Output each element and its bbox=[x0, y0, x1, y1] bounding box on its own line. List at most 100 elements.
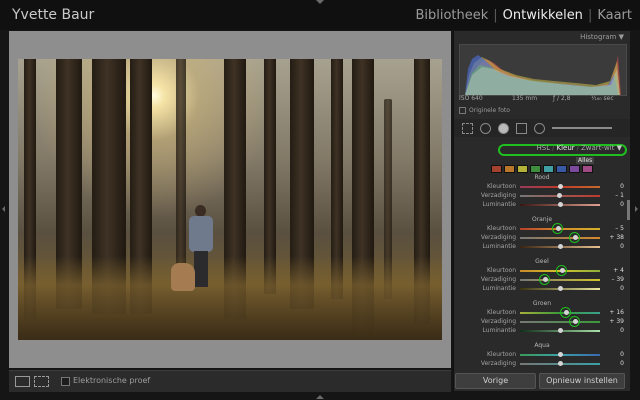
color-swatch[interactable] bbox=[556, 165, 567, 173]
left-panel-toggle-icon[interactable] bbox=[2, 206, 5, 212]
slider-track[interactable] bbox=[520, 274, 600, 285]
slider-label: Luminantie bbox=[482, 327, 516, 334]
soft-proof-label: Elektronische proef bbox=[73, 376, 151, 385]
slider-thumb[interactable] bbox=[558, 202, 563, 207]
original-photo-checkbox[interactable] bbox=[459, 107, 466, 114]
slider-thumb[interactable] bbox=[558, 361, 563, 366]
slider-value[interactable]: – 5 bbox=[604, 225, 624, 232]
slider-value[interactable]: 0 bbox=[604, 183, 624, 190]
color-swatch[interactable] bbox=[543, 165, 554, 173]
slider-value[interactable]: 0 bbox=[604, 327, 624, 334]
tab-hsl[interactable]: HSL bbox=[537, 144, 551, 152]
slider-track[interactable] bbox=[520, 244, 600, 249]
slider-track[interactable] bbox=[520, 361, 600, 366]
before-after-icon[interactable] bbox=[34, 376, 49, 387]
slider-value[interactable]: 0 bbox=[604, 351, 624, 358]
slider-track[interactable] bbox=[520, 232, 600, 243]
tab-zwart-wit[interactable]: Zwart-wit bbox=[581, 144, 614, 152]
crop-icon[interactable] bbox=[462, 123, 473, 134]
histogram-header[interactable]: Histogram ▼ bbox=[454, 31, 630, 43]
slider-thumb[interactable] bbox=[558, 286, 563, 291]
slider-row: Verzadiging + 39 bbox=[454, 316, 630, 327]
slider-value[interactable]: 0 bbox=[604, 360, 624, 367]
module-picker: Bibliotheek | Ontwikkelen | Kaart bbox=[415, 8, 632, 23]
slider-value[interactable]: + 39 bbox=[604, 318, 624, 325]
color-group-title: Geel bbox=[535, 258, 549, 265]
color-swatch[interactable] bbox=[517, 165, 528, 173]
slider-value[interactable]: + 16 bbox=[604, 309, 624, 316]
aperture-value: ƒ / 2,8 bbox=[553, 95, 571, 102]
slider-label: Kleurtoon bbox=[486, 351, 516, 358]
iso-value: ISO 640 bbox=[459, 95, 483, 102]
slider-highlight-ring bbox=[569, 232, 581, 243]
slider-label: Verzadiging bbox=[480, 318, 516, 325]
slider-thumb[interactable] bbox=[558, 184, 563, 189]
slider-track[interactable] bbox=[520, 184, 600, 189]
hsl-tab-bar: HSL / Kleur / Zwart-wit ▼ bbox=[454, 142, 630, 154]
slider-value[interactable]: + 4 bbox=[604, 267, 624, 274]
slider-value[interactable]: – 1 bbox=[604, 192, 624, 199]
red-eye-icon[interactable] bbox=[498, 123, 509, 134]
adjustment-brush-icon[interactable] bbox=[552, 127, 612, 129]
original-photo-toggle[interactable]: Originele foto bbox=[459, 107, 510, 114]
slider-value[interactable]: + 38 bbox=[604, 234, 624, 241]
slider-row: Verzadiging 0 bbox=[454, 360, 630, 368]
slider-value[interactable]: 0 bbox=[604, 285, 624, 292]
develop-panel: Histogram ▼ ISO 640 135 mm ƒ / 2,8 ¹⁄₁₆₀… bbox=[453, 31, 630, 391]
radial-filter-icon[interactable] bbox=[534, 123, 545, 134]
collapse-triangle-icon[interactable]: ▼ bbox=[619, 33, 624, 41]
reset-button[interactable]: Opnieuw instellen bbox=[539, 373, 625, 389]
color-swatch[interactable] bbox=[569, 165, 580, 173]
color-swatch[interactable] bbox=[504, 165, 515, 173]
right-panel-toggle-icon[interactable] bbox=[635, 206, 638, 212]
all-colors-button[interactable]: Alles bbox=[576, 157, 595, 164]
module-bibliotheek[interactable]: Bibliotheek bbox=[415, 8, 488, 23]
slider-track[interactable] bbox=[520, 223, 600, 234]
slider-track[interactable] bbox=[520, 286, 600, 291]
slider-thumb[interactable] bbox=[558, 244, 563, 249]
tab-separator: / bbox=[552, 144, 555, 152]
image-canvas[interactable] bbox=[9, 31, 451, 368]
slider-value[interactable]: 0 bbox=[604, 243, 624, 250]
soft-proof-checkbox[interactable] bbox=[61, 377, 70, 386]
slider-track[interactable] bbox=[520, 328, 600, 333]
slider-label: Verzadiging bbox=[480, 234, 516, 241]
module-ontwikkelen[interactable]: Ontwikkelen bbox=[503, 8, 583, 23]
bottom-toolbar: Elektronische proef bbox=[9, 370, 451, 392]
slider-label: Verzadiging bbox=[480, 192, 516, 199]
slider-value[interactable]: – 39 bbox=[604, 276, 624, 283]
top-panel-toggle-icon[interactable] bbox=[316, 0, 324, 4]
slider-label: Kleurtoon bbox=[486, 267, 516, 274]
slider-track[interactable] bbox=[520, 193, 600, 198]
slider-track[interactable] bbox=[520, 307, 600, 318]
histogram-title: Histogram bbox=[580, 33, 617, 41]
collapse-triangle-icon[interactable]: ▼ bbox=[617, 144, 622, 152]
graduated-filter-icon[interactable] bbox=[516, 123, 527, 134]
tab-kleur[interactable]: Kleur bbox=[556, 144, 574, 152]
panel-scrollbar[interactable] bbox=[627, 200, 630, 220]
person-legs bbox=[194, 251, 208, 287]
slider-thumb[interactable] bbox=[558, 352, 563, 357]
loupe-view-icon[interactable] bbox=[15, 376, 30, 387]
module-kaart[interactable]: Kaart bbox=[597, 8, 632, 23]
spot-removal-icon[interactable] bbox=[480, 123, 491, 134]
slider-track[interactable] bbox=[520, 352, 600, 357]
slider-row: Verzadiging – 1 bbox=[454, 192, 630, 200]
slider-track[interactable] bbox=[520, 265, 600, 276]
color-swatch[interactable] bbox=[530, 165, 541, 173]
slider-thumb[interactable] bbox=[558, 328, 563, 333]
color-swatch[interactable] bbox=[582, 165, 593, 173]
slider-track[interactable] bbox=[520, 316, 600, 327]
slider-row: Kleurtoon 0 bbox=[454, 351, 630, 359]
slider-row: Verzadiging – 39 bbox=[454, 274, 630, 285]
color-swatch[interactable] bbox=[491, 165, 502, 173]
slider-thumb[interactable] bbox=[557, 193, 563, 198]
slider-label: Verzadiging bbox=[480, 360, 516, 367]
previous-button[interactable]: Vorige bbox=[455, 373, 536, 389]
user-name: Yvette Baur bbox=[12, 7, 95, 23]
grass-foreground bbox=[18, 255, 442, 340]
slider-track[interactable] bbox=[520, 202, 600, 207]
slider-row: Kleurtoon 0 bbox=[454, 183, 630, 191]
bottom-panel-toggle-icon[interactable] bbox=[316, 395, 324, 399]
slider-value[interactable]: 0 bbox=[604, 201, 624, 208]
